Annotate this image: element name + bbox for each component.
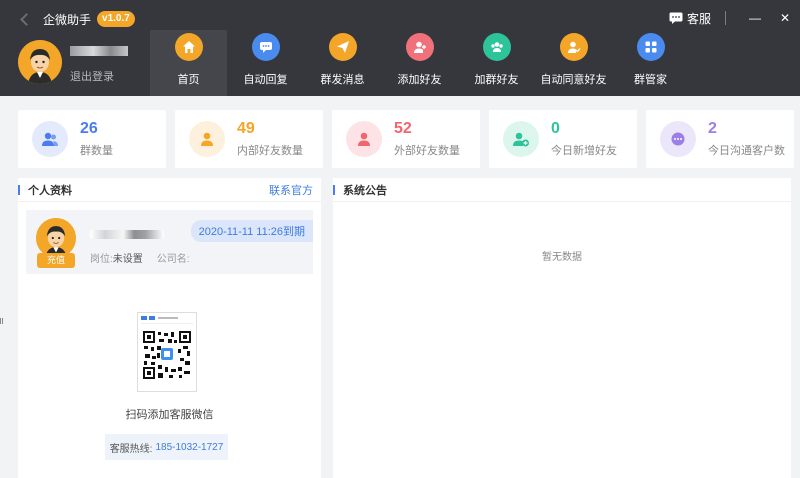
stats-row: 26 群数量 49 内部好友数量 52 外部好友数量 0 今日新增好友 2 今日… (18, 110, 794, 168)
stat-card-external-friends: 52 外部好友数量 (332, 110, 480, 168)
stat-value: 26 (80, 120, 98, 137)
nav-label: 群发消息 (320, 74, 365, 86)
empty-state: 暂无数据 (542, 252, 582, 263)
stat-label: 群数量 (80, 145, 113, 157)
resize-handle[interactable] (0, 318, 3, 324)
stat-label: 内部好友数量 (237, 145, 303, 157)
nav-tab-group-friend[interactable]: 加群好友 (458, 30, 535, 96)
add-user-icon (405, 33, 434, 61)
recharge-button[interactable]: 充值 (37, 253, 75, 268)
stat-card-groups: 26 群数量 (18, 110, 166, 168)
service-label: 客服 (686, 11, 711, 26)
logout-link[interactable]: 退出登录 (70, 68, 114, 84)
nav-tab-add-friend[interactable]: 添加好友 (381, 30, 458, 96)
nav-tab-group-manager[interactable]: 群管家 (612, 30, 689, 96)
grid-icon (636, 33, 665, 61)
add-user-icon (503, 121, 539, 157)
expiry-badge: 2020-11-11 11:26到期 (190, 220, 313, 242)
nav-tab-home[interactable]: 首页 (150, 30, 227, 96)
profile-panel: 个人资料 联系官方 充值 2020-11-11 11:26到期 岗位: 未设置 … (18, 178, 321, 478)
main-nav: 首页 自动回复 群发消息 添加好友 加群好友 自动同意好友 群管家 (150, 30, 689, 96)
service-chat-icon (669, 12, 683, 24)
window-controls: 客服 — ✕ (669, 8, 800, 28)
minimize-button[interactable]: — (740, 8, 770, 28)
username-redacted (70, 46, 128, 56)
top-header: 企微助手 v1.0.7 退出登录 首页 自动回复 群发消息 添加好友 加群好友 … (0, 0, 800, 96)
stat-value: 52 (394, 120, 412, 137)
home-icon (174, 33, 203, 61)
app-title: 企微助手 (43, 12, 92, 27)
position-label: 岗位: (90, 254, 113, 265)
nav-label: 自动回复 (243, 74, 288, 86)
title-bar: 企微助手 v1.0.7 (20, 9, 135, 29)
user-icon (189, 121, 225, 157)
auto-agree-icon (559, 33, 588, 61)
group-icon (482, 33, 511, 61)
profile-card: 充值 2020-11-11 11:26到期 岗位: 未设置 公司名: (26, 210, 313, 274)
profile-meta: 岗位: 未设置 公司名: (90, 250, 190, 265)
profile-name-redacted (90, 230, 164, 239)
cartoon-avatar-icon (36, 218, 76, 258)
hotline-label: 客服热线: (109, 443, 153, 455)
stat-card-new-friends: 0 今日新增好友 (489, 110, 637, 168)
nav-tab-auto-agree[interactable]: 自动同意好友 (535, 30, 612, 96)
service-hotline: 客服热线: 185-1032-1727 (105, 434, 228, 460)
send-icon (328, 33, 357, 61)
user-icon (346, 121, 382, 157)
nav-tab-auto-reply[interactable]: 自动回复 (227, 30, 304, 96)
qr-caption: 扫码添加客服微信 (125, 409, 214, 421)
stat-label: 外部好友数量 (394, 145, 460, 157)
chat-icon (660, 121, 696, 157)
panel-title: 个人资料 (18, 182, 72, 198)
panel-header: 系统公告 (333, 178, 791, 202)
nav-label: 加群好友 (474, 74, 519, 86)
nav-tab-mass-message[interactable]: 群发消息 (304, 30, 381, 96)
notice-panel: 系统公告 暂无数据 (333, 178, 791, 478)
stat-card-internal-friends: 49 内部好友数量 (175, 110, 323, 168)
close-button[interactable]: ✕ (770, 8, 800, 28)
chat-bubble-icon (251, 33, 280, 61)
group-icon (32, 121, 68, 157)
cartoon-avatar-icon (18, 40, 62, 84)
back-chevron-icon[interactable] (20, 12, 33, 26)
qr-code-card (137, 312, 197, 392)
stat-value: 2 (708, 120, 717, 137)
divider (725, 11, 726, 25)
panel-title: 系统公告 (333, 182, 387, 198)
stat-value: 49 (237, 120, 255, 137)
customer-service-button[interactable]: 客服 (669, 10, 711, 27)
stat-label: 今日沟通客户数 (708, 145, 785, 157)
stat-label: 今日新增好友 (551, 145, 617, 157)
stat-card-communicated: 2 今日沟通客户数 (646, 110, 794, 168)
stat-value: 0 (551, 120, 560, 137)
nav-label: 群管家 (634, 74, 667, 86)
version-badge: v1.0.7 (97, 11, 135, 27)
profile-avatar (36, 218, 76, 258)
nav-label: 首页 (177, 74, 200, 86)
qr-code-icon (141, 316, 193, 379)
user-avatar[interactable] (18, 40, 62, 84)
nav-label: 自动同意好友 (540, 74, 607, 86)
position-value: 未设置 (112, 254, 143, 265)
hotline-number[interactable]: 185-1032-1727 (155, 442, 223, 453)
panel-header: 个人资料 联系官方 (18, 178, 321, 202)
nav-label: 添加好友 (397, 74, 442, 86)
contact-official-link[interactable]: 联系官方 (269, 182, 313, 198)
company-label: 公司名: (156, 254, 190, 265)
